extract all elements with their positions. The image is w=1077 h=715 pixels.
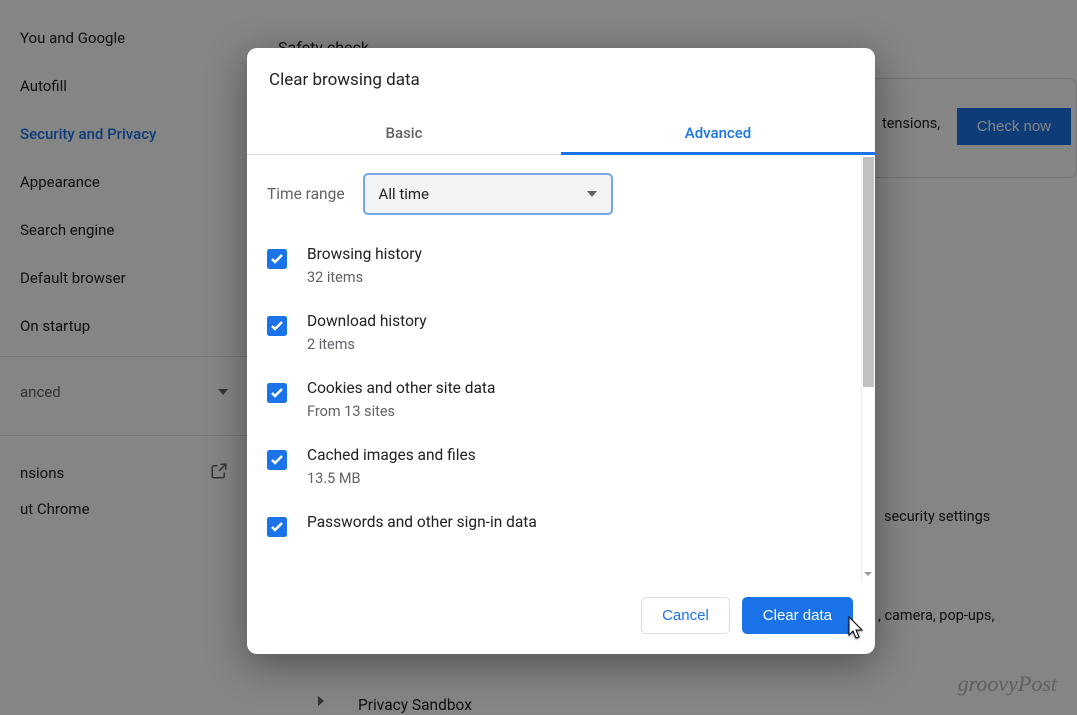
item-title: Passwords and other sign-in data xyxy=(307,513,537,531)
item-download-history: Download history 2 items xyxy=(267,304,841,371)
item-subtitle: 32 items xyxy=(307,269,422,286)
tab-advanced[interactable]: Advanced xyxy=(561,112,875,154)
item-cookies: Cookies and other site data From 13 site… xyxy=(267,371,841,438)
item-passwords: Passwords and other sign-in data xyxy=(267,505,841,537)
clear-data-button[interactable]: Clear data xyxy=(742,597,853,634)
scrollbar-thumb[interactable] xyxy=(863,157,874,387)
item-browsing-history: Browsing history 32 items xyxy=(267,237,841,304)
item-title: Cookies and other site data xyxy=(307,379,495,397)
dialog-scroll-area: Time range All time Browsing history 32 … xyxy=(247,155,875,581)
time-range-row: Time range All time xyxy=(267,173,841,215)
chevron-down-icon xyxy=(587,191,597,197)
checkbox-cookies[interactable] xyxy=(267,383,287,403)
item-cached: Cached images and files 13.5 MB xyxy=(267,438,841,505)
time-range-select[interactable]: All time xyxy=(363,173,613,215)
tab-basic[interactable]: Basic xyxy=(247,112,561,154)
item-title: Browsing history xyxy=(307,245,422,263)
scrollbar-track[interactable] xyxy=(861,155,875,581)
item-title: Download history xyxy=(307,312,427,330)
scrollbar-down-button[interactable] xyxy=(861,567,875,581)
checkbox-cached[interactable] xyxy=(267,450,287,470)
item-subtitle: 13.5 MB xyxy=(307,470,476,487)
item-title: Cached images and files xyxy=(307,446,476,464)
clear-browsing-data-dialog: Clear browsing data Basic Advanced Time … xyxy=(247,48,875,654)
checkbox-download-history[interactable] xyxy=(267,316,287,336)
checkbox-browsing-history[interactable] xyxy=(267,249,287,269)
cancel-button[interactable]: Cancel xyxy=(641,597,730,634)
item-subtitle: From 13 sites xyxy=(307,403,495,420)
dialog-title: Clear browsing data xyxy=(247,48,875,112)
item-subtitle: 2 items xyxy=(307,336,427,353)
dialog-tabs: Basic Advanced xyxy=(247,112,875,155)
dialog-scroll-inner: Time range All time Browsing history 32 … xyxy=(247,155,861,581)
dialog-footer: Cancel Clear data xyxy=(247,581,875,654)
checkbox-passwords[interactable] xyxy=(267,517,287,537)
time-range-value: All time xyxy=(379,185,429,203)
time-range-label: Time range xyxy=(267,185,345,203)
